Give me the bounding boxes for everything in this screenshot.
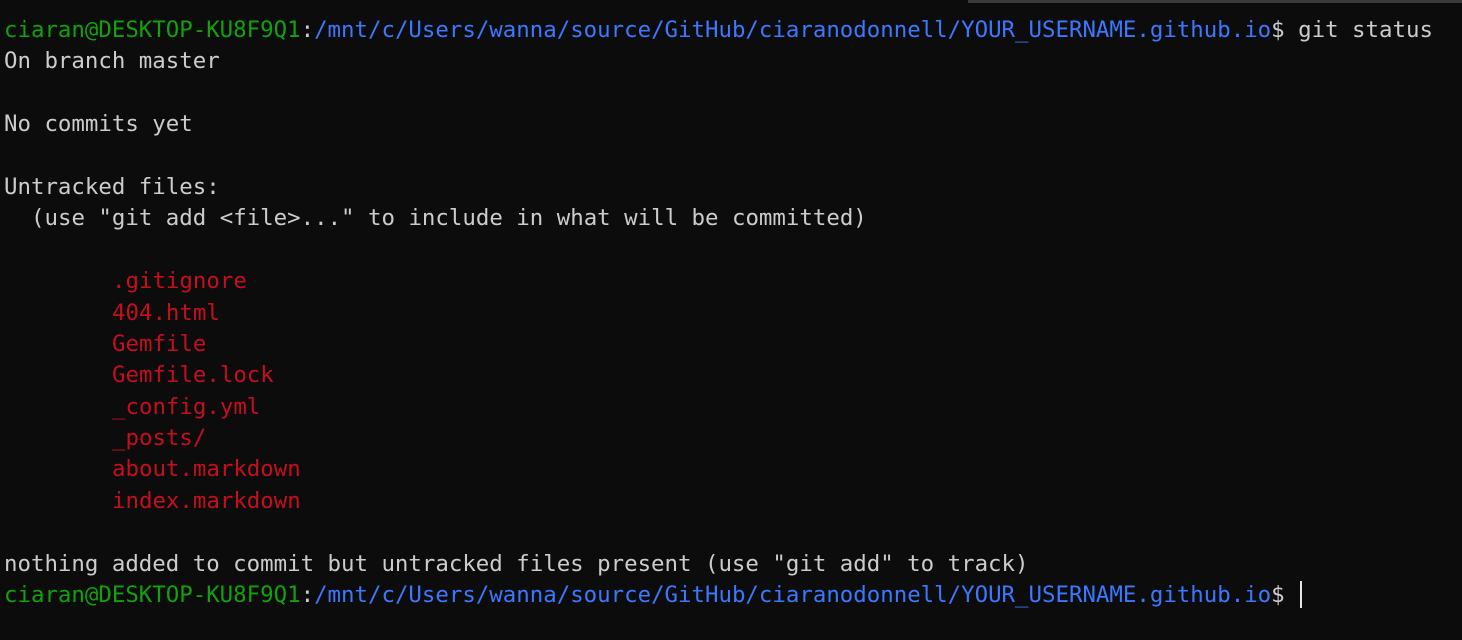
- untracked-file: Gemfile.lock: [112, 362, 274, 389]
- entered-command: git status: [1298, 17, 1433, 43]
- prompt-separator: :: [300, 17, 315, 43]
- prompt-separator: :: [300, 582, 315, 609]
- untracked-file: _posts/: [112, 425, 207, 452]
- terminal-window[interactable]: ciaran@DESKTOP-KU8F9Q1:/mnt/c/Users/wann…: [0, 0, 1462, 640]
- untracked-file: about.markdown: [112, 456, 301, 483]
- active-prompt-line[interactable]: ciaran@DESKTOP-KU8F9Q1:/mnt/c/Users/wann…: [4, 580, 1462, 611]
- prompt-path: /mnt/c/Users/wanna/source/GitHub/ciarano…: [314, 17, 1272, 43]
- untracked-file: Gemfile: [112, 330, 207, 357]
- untracked-hint: (use "git add <file>..." to include in w…: [31, 205, 867, 232]
- prompt-path: /mnt/c/Users/wanna/source/GitHub/ciarano…: [314, 582, 1272, 609]
- command-line: ciaran@DESKTOP-KU8F9Q1:/mnt/c/Users/wann…: [4, 15, 1462, 46]
- prompt-symbol: $: [1271, 582, 1285, 609]
- summary-line: nothing added to commit but untracked fi…: [4, 550, 1029, 577]
- prompt-user-host: ciaran@DESKTOP-KU8F9Q1: [4, 582, 301, 609]
- prompt-user-host: ciaran@DESKTOP-KU8F9Q1: [4, 17, 301, 43]
- prompt-symbol: $: [1271, 17, 1285, 43]
- commits-line: No commits yet: [4, 111, 193, 138]
- untracked-header: Untracked files:: [4, 173, 220, 200]
- untracked-file-list: .gitignore 404.html Gemfile Gemfile.lock…: [4, 266, 1462, 517]
- untracked-file: .gitignore: [112, 268, 247, 295]
- untracked-file: 404.html: [112, 299, 220, 326]
- untracked-file: index.markdown: [112, 487, 301, 514]
- untracked-file: _config.yml: [112, 393, 261, 420]
- text-cursor[interactable]: [1300, 581, 1303, 609]
- window-edge: [968, 0, 1462, 3]
- branch-line: On branch master: [4, 48, 220, 75]
